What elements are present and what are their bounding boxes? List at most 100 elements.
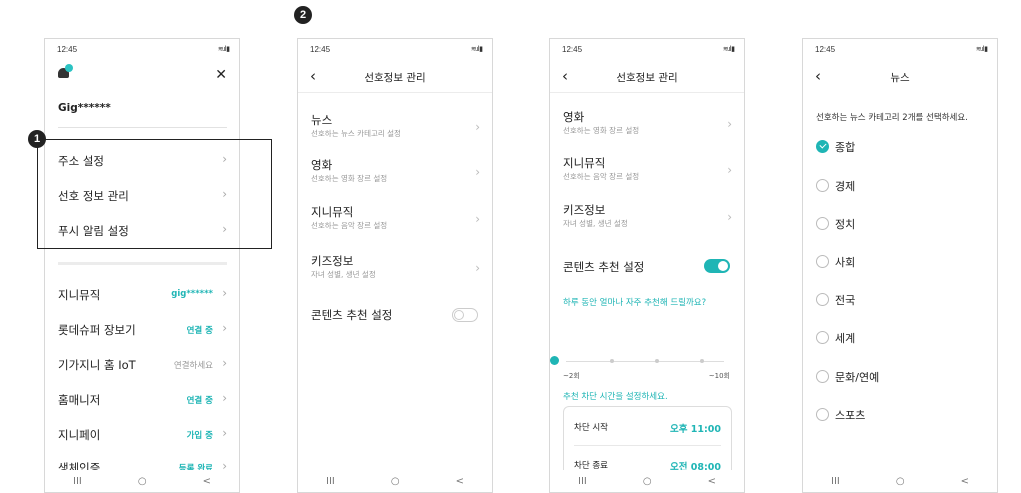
chevron-right-icon: › bbox=[222, 356, 227, 370]
recommend-label: 콘텐츠 추천 설정 bbox=[563, 260, 645, 274]
block-start-label: 차단 시작 bbox=[574, 423, 608, 433]
status-bar: 12:45 ≋.ıl ▮ bbox=[57, 45, 230, 57]
top-app-bar: ‹ 선호정보 관리 bbox=[550, 63, 744, 91]
pref-item-movie[interactable]: 영화 선호하는 영화 장르 설정 › bbox=[563, 109, 732, 149]
android-nav-bar: III ○ < bbox=[45, 470, 239, 492]
frequency-slider-thumb[interactable] bbox=[550, 356, 559, 365]
block-start-value[interactable]: 오후 11:00 bbox=[670, 421, 721, 435]
service-genie-music[interactable]: 지니뮤직 gig****** › bbox=[58, 284, 227, 306]
pref-item-subtitle: 선호하는 음악 장르 설정 bbox=[311, 221, 388, 230]
close-icon[interactable]: ✕ bbox=[215, 67, 227, 83]
category-label: 문화/연예 bbox=[835, 371, 880, 384]
pref-item-title: 키즈정보 bbox=[563, 203, 606, 217]
home-icon[interactable]: ○ bbox=[391, 476, 400, 487]
radio-circle-icon bbox=[816, 217, 829, 230]
signal-battery-icon: ≋.ıl ▮ bbox=[470, 46, 483, 53]
recommend-label: 콘텐츠 추천 설정 bbox=[311, 308, 393, 322]
service-status: 가입 중 bbox=[186, 431, 213, 441]
frequency-question: 하루 동안 얼마나 자주 추천해 드릴까요? bbox=[563, 296, 732, 310]
slider-step bbox=[655, 359, 659, 363]
category-label: 종합 bbox=[835, 141, 856, 154]
pref-item-music[interactable]: 지니뮤직 선호하는 음악 장르 설정 › bbox=[563, 155, 732, 195]
home-icon[interactable]: ○ bbox=[643, 476, 652, 487]
chevron-right-icon: › bbox=[475, 261, 480, 275]
page-title: 선호정보 관리 bbox=[616, 72, 678, 84]
back-icon[interactable]: < bbox=[456, 476, 464, 487]
category-guide-text: 선호하는 뉴스 카테고리 2개를 선택하세요. bbox=[816, 113, 968, 123]
status-bar: 12:45 ≋.ıl ▮ bbox=[562, 45, 735, 57]
pref-item-title: 영화 bbox=[311, 158, 333, 172]
service-home-manager[interactable]: 홈매니저 연결 중 › bbox=[58, 389, 227, 411]
home-icon[interactable]: ○ bbox=[896, 476, 905, 487]
frequency-question-text: 하루 동안 얼마나 자주 추천해 드릴까요? bbox=[563, 298, 707, 308]
status-bar: 12:45 ≋.ıl ▮ bbox=[310, 45, 483, 57]
back-icon[interactable]: < bbox=[961, 476, 969, 487]
block-time-prompt-text: 추천 차단 시간을 설정하세요. bbox=[563, 392, 668, 402]
service-status: 연결 중 bbox=[186, 326, 213, 336]
home-icon[interactable]: ○ bbox=[138, 476, 147, 487]
chevron-right-icon: › bbox=[222, 426, 227, 440]
chevron-right-icon: › bbox=[222, 286, 227, 300]
slider-min-label: ~2회 bbox=[563, 372, 580, 380]
top-app-bar: ‹ 선호정보 관리 bbox=[298, 63, 492, 91]
chevron-right-icon: › bbox=[727, 163, 732, 177]
username: Gig****** bbox=[58, 102, 111, 114]
service-status: 연결 중 bbox=[186, 396, 213, 406]
chevron-right-icon: › bbox=[475, 165, 480, 179]
block-start-row[interactable]: 차단 시작 오후 11:00 bbox=[574, 421, 721, 441]
back-icon[interactable]: < bbox=[708, 476, 716, 487]
status-time: 12:45 bbox=[562, 45, 583, 54]
service-lotte-super[interactable]: 롯데슈퍼 장보기 연결 중 › bbox=[58, 319, 227, 341]
category-label: 정치 bbox=[835, 218, 856, 231]
status-time: 12:45 bbox=[57, 45, 78, 54]
notification-bell-icon[interactable] bbox=[57, 64, 73, 80]
callout-badge-1: 1 bbox=[28, 130, 46, 148]
pref-item-music[interactable]: 지니뮤직 선호하는 음악 장르 설정 › bbox=[311, 204, 480, 244]
recent-apps-icon[interactable]: III bbox=[73, 476, 82, 487]
pref-item-title: 키즈정보 bbox=[311, 254, 354, 268]
chevron-right-icon: › bbox=[222, 391, 227, 405]
recent-apps-icon[interactable]: III bbox=[831, 476, 840, 487]
recent-apps-icon[interactable]: III bbox=[578, 476, 587, 487]
service-label: 롯데슈퍼 장보기 bbox=[58, 323, 136, 337]
pref-item-kids[interactable]: 키즈정보 자녀 성별, 생년 설정 › bbox=[563, 202, 732, 242]
chevron-right-icon: › bbox=[727, 117, 732, 131]
pref-item-subtitle: 선호하는 뉴스 카테고리 설정 bbox=[311, 129, 401, 138]
radio-circle-icon bbox=[816, 331, 829, 344]
pref-item-subtitle: 선호하는 영화 장르 설정 bbox=[563, 126, 640, 135]
phone-screen-settings: 12:45 ≋.ıl ▮ ✕ Gig****** 주소 설정 › 선호 정보 관… bbox=[44, 38, 240, 493]
phone-screen-news-category: 12:45 ≋.ıl ▮ ‹ 뉴스 선호하는 뉴스 카테고리 2개를 선택하세요… bbox=[802, 38, 998, 493]
section-divider bbox=[58, 262, 227, 265]
slider-step bbox=[744, 359, 745, 363]
pref-item-subtitle: 자녀 성별, 생년 설정 bbox=[563, 219, 628, 228]
service-label: 홈매니저 bbox=[58, 393, 101, 407]
status-bar: 12:45 ≋.ıl ▮ bbox=[815, 45, 988, 57]
service-genie-pay[interactable]: 지니페이 가입 중 › bbox=[58, 424, 227, 446]
chevron-right-icon: › bbox=[222, 321, 227, 335]
pref-item-kids[interactable]: 키즈정보 자녀 성별, 생년 설정 › bbox=[311, 253, 480, 293]
category-label: 사회 bbox=[835, 256, 856, 269]
recent-apps-icon[interactable]: III bbox=[326, 476, 335, 487]
category-label: 세계 bbox=[835, 332, 856, 345]
back-icon[interactable]: < bbox=[203, 476, 211, 487]
radio-circle-icon bbox=[816, 179, 829, 192]
status-time: 12:45 bbox=[310, 45, 331, 54]
page-title: 뉴스 bbox=[890, 72, 910, 84]
divider bbox=[58, 127, 227, 128]
recommend-toggle[interactable] bbox=[452, 308, 478, 322]
signal-battery-icon: ≋.ıl ▮ bbox=[217, 46, 230, 53]
category-label: 스포츠 bbox=[835, 409, 866, 422]
radio-circle-icon bbox=[816, 293, 829, 306]
slider-step bbox=[700, 359, 704, 363]
pref-item-movie[interactable]: 영화 선호하는 영화 장르 설정 › bbox=[311, 157, 480, 197]
service-status: gig****** bbox=[171, 289, 213, 299]
service-giga-genie-iot[interactable]: 기가지니 홈 IoT 연결하세요 › bbox=[58, 354, 227, 376]
android-nav-bar: III ○ < bbox=[550, 470, 744, 492]
pref-item-news[interactable]: 뉴스 선호하는 뉴스 카테고리 설정 › bbox=[311, 112, 480, 152]
radio-circle-icon bbox=[816, 408, 829, 421]
pref-item-title: 지니뮤직 bbox=[311, 205, 354, 219]
pref-item-title: 영화 bbox=[563, 110, 585, 124]
phone-screen-preference-expanded: 12:45 ≋.ıl ▮ ‹ 선호정보 관리 영화 선호하는 영화 장르 설정 … bbox=[549, 38, 745, 493]
recommend-toggle[interactable] bbox=[704, 259, 730, 273]
divider bbox=[298, 92, 492, 93]
